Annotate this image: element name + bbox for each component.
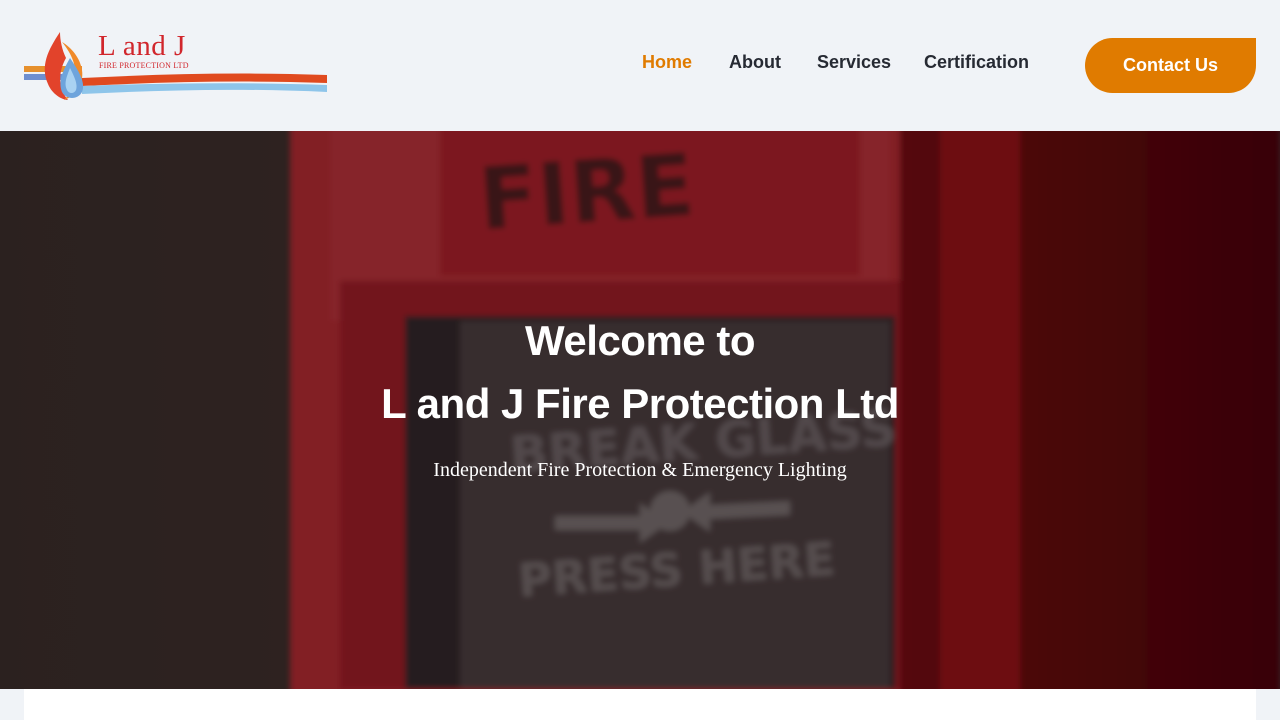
hero-tagline: Independent Fire Protection & Emergency … <box>433 459 847 481</box>
hero-section: FIRE BREAK GLASS PRESS HERE Welcome to L… <box>0 131 1280 689</box>
contact-us-button[interactable]: Contact Us <box>1085 38 1256 93</box>
nav-services[interactable]: Services <box>817 52 891 73</box>
nav-about[interactable]: About <box>729 52 781 73</box>
logo-subtitle: FIRE PROTECTION LTD <box>99 61 189 70</box>
site-logo[interactable]: L and J FIRE PROTECTION LTD <box>22 28 332 104</box>
content-card <box>24 689 1256 720</box>
nav-certification[interactable]: Certification <box>924 52 1029 73</box>
logo-title: L and J <box>98 30 186 62</box>
hero-heading-line2: L and J Fire Protection Ltd <box>381 380 899 427</box>
hero-heading-line1: Welcome to <box>525 317 755 364</box>
nav-home[interactable]: Home <box>642 52 692 73</box>
hero-content: Welcome to L and J Fire Protection Ltd I… <box>0 131 1280 689</box>
site-header: L and J FIRE PROTECTION LTD Home About S… <box>0 0 1280 131</box>
